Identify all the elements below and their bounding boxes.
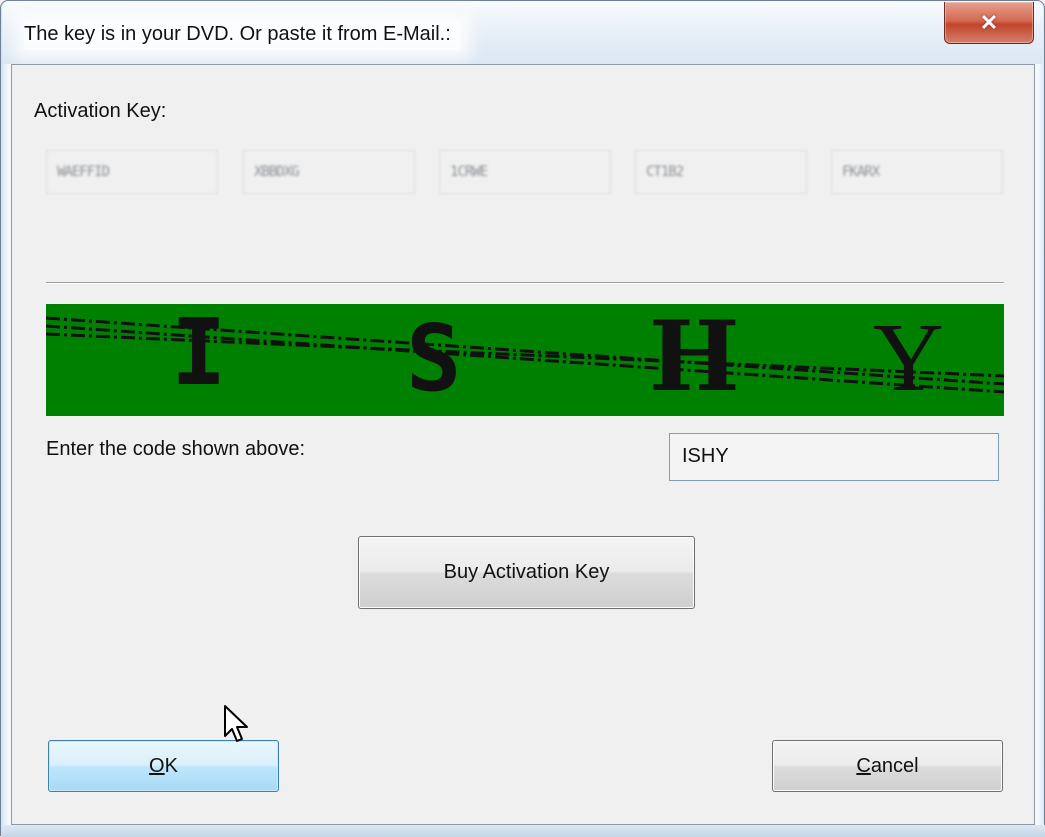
activation-key-part-5[interactable]: FKARX [831,150,1003,194]
arrow-cursor-icon [224,705,248,742]
captcha-graphic: I S H Y [46,304,1004,413]
code-entry-label: Enter the code shown above: [46,438,306,460]
ok-button-label: OK [149,754,178,777]
captcha-letter-4: Y [873,304,944,412]
window-bottom-edge [1,825,1045,837]
buy-activation-key-button[interactable]: Buy Activation Key [358,536,695,609]
window-title: The key is in your DVD. Or paste it from… [24,21,461,50]
captcha-image: I S H Y [46,304,1004,416]
captcha-letter-1: I [171,304,226,406]
dialog-window: The key is in your DVD. Or paste it from… [0,0,1045,837]
cancel-button[interactable]: Cancel [772,740,1003,792]
ok-button[interactable]: OK [48,740,279,792]
captcha-letter-2: S [406,305,461,412]
separator-line [46,282,1004,284]
captcha-letter-3: H [649,304,740,413]
activation-key-part-2[interactable]: XBBDXG [243,150,415,194]
close-button[interactable]: ✕ [944,2,1034,44]
captcha-code-input[interactable]: ISHY [669,433,999,481]
dialog-client-area: Activation Key: WAEFFID XBBDXG 1CRWE CT1… [11,64,1035,825]
activation-key-part-3[interactable]: 1CRWE [439,150,611,194]
buy-activation-key-label: Buy Activation Key [443,561,610,583]
activation-key-part-1[interactable]: WAEFFID [46,150,218,194]
cancel-button-label: Cancel [856,754,919,777]
title-bar: The key is in your DVD. Or paste it from… [2,2,1043,64]
close-icon: ✕ [979,9,999,35]
activation-key-part-4[interactable]: CT1B2 [635,150,807,194]
activation-key-label: Activation Key: [34,100,167,122]
